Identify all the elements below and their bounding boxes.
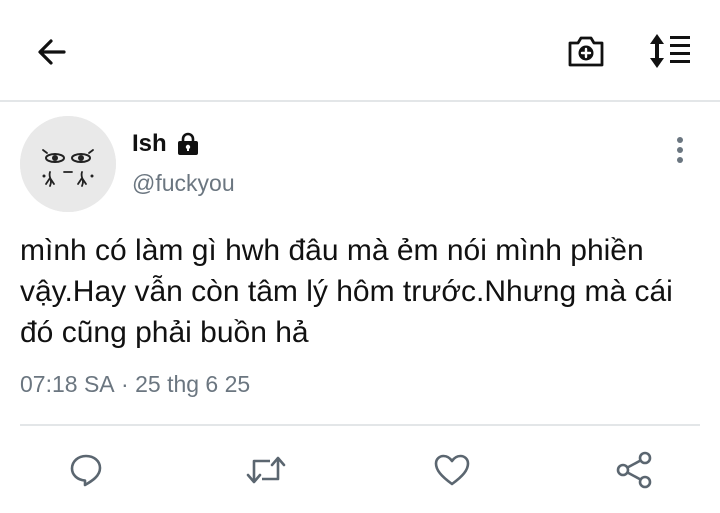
avatar-doodle-image	[20, 116, 116, 212]
share-icon	[616, 451, 652, 489]
arrow-left-icon	[38, 39, 66, 65]
tweet-time: 07:18 SA	[20, 371, 115, 397]
lock-icon	[175, 131, 201, 157]
author-name-row: Ish	[132, 128, 201, 160]
share-button[interactable]	[612, 448, 656, 492]
tweet-text: mình có làm gì hwh đâu mà ẻm nói mình ph…	[20, 234, 673, 349]
heart-icon	[434, 454, 470, 486]
back-button[interactable]	[28, 28, 76, 76]
reply-button[interactable]	[64, 448, 108, 492]
divider	[20, 424, 700, 426]
camera-plus-icon	[568, 36, 604, 67]
camera-button[interactable]	[560, 26, 612, 76]
like-button[interactable]	[430, 448, 474, 492]
sort-button[interactable]	[644, 26, 696, 76]
retweet-button[interactable]	[244, 448, 288, 492]
retweet-icon	[246, 456, 286, 484]
more-vertical-icon	[677, 137, 683, 163]
top-app-bar	[0, 0, 720, 102]
reply-bubble-icon	[70, 454, 102, 487]
sort-menu-icon	[650, 34, 690, 68]
tweet-date: 25 thg 6 25	[135, 371, 251, 397]
avatar[interactable]	[20, 116, 116, 212]
tweet-timestamp: 07:18 SA · 25 thg 6 25	[20, 371, 250, 398]
display-name[interactable]: Ish	[132, 130, 167, 158]
timestamp-separator: ·	[114, 371, 136, 397]
user-handle[interactable]: @fuckyou	[132, 170, 235, 197]
more-options-button[interactable]	[664, 130, 696, 170]
